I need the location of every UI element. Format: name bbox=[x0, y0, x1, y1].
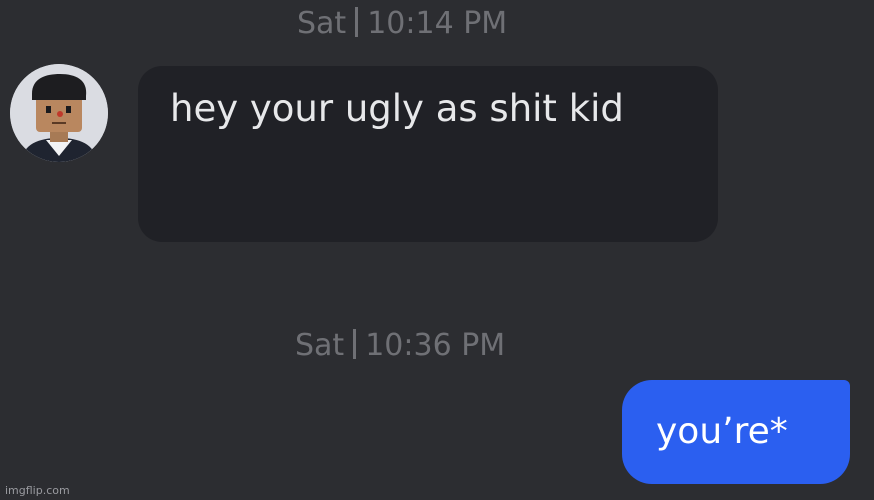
timestamp-day: Sat bbox=[295, 328, 345, 363]
timestamp-2: Sat 10:36 PM bbox=[295, 328, 505, 363]
timestamp-time: 10:14 PM bbox=[367, 6, 508, 41]
outgoing-message-bubble[interactable]: you’re* bbox=[622, 380, 850, 484]
avatar-icon[interactable] bbox=[10, 64, 108, 162]
outgoing-message-text: you’re* bbox=[656, 411, 788, 452]
timestamp-1: Sat 10:14 PM bbox=[297, 6, 507, 41]
incoming-message-bubble[interactable]: hey your ugly as shit kid bbox=[138, 66, 718, 242]
timestamp-day: Sat bbox=[297, 6, 347, 41]
timestamp-separator bbox=[353, 329, 357, 359]
watermark: imgflip.com bbox=[5, 484, 70, 497]
incoming-message-text: hey your ugly as shit kid bbox=[170, 87, 624, 130]
timestamp-time: 10:36 PM bbox=[365, 328, 506, 363]
timestamp-separator bbox=[355, 7, 359, 37]
